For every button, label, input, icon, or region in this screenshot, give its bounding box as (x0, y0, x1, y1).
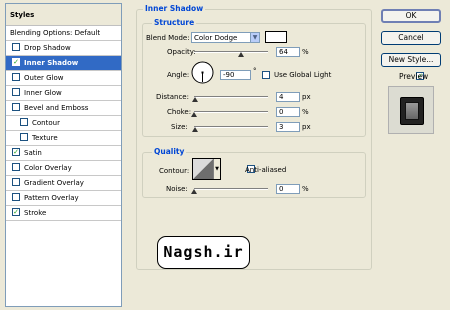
ok-button[interactable]: OK (381, 9, 441, 23)
angle-unit: ° (253, 67, 257, 75)
style-item[interactable]: Drop Shadow (6, 41, 121, 56)
opacity-label: Opacity: (167, 48, 196, 56)
style-item-checkbox[interactable] (12, 73, 20, 81)
blend-mode-select[interactable]: Color Dodge ▼ (191, 32, 260, 43)
angle-dial[interactable] (191, 61, 214, 84)
style-item-checkbox[interactable] (20, 118, 28, 126)
quality-title: Quality (152, 147, 187, 156)
style-item-label: Drop Shadow (24, 44, 71, 52)
angle-dial-icon (191, 61, 214, 84)
style-item-label: Contour (32, 119, 60, 127)
style-item-label: Pattern Overlay (24, 194, 79, 202)
style-item[interactable]: Pattern Overlay (6, 191, 121, 206)
size-slider-thumb[interactable] (192, 127, 199, 132)
distance-slider-track[interactable] (194, 96, 268, 98)
style-item[interactable]: ✓ Inner Shadow (6, 56, 121, 71)
distance-field[interactable]: 4 (276, 92, 300, 102)
style-item-label: Inner Glow (24, 89, 62, 97)
blend-color-swatch[interactable] (265, 31, 287, 43)
angle-label: Angle: (167, 71, 190, 79)
style-item-label: Blending Options: Default (10, 29, 101, 37)
style-item-label: Stroke (24, 209, 47, 217)
size-label: Size: (171, 123, 188, 131)
size-unit: px (302, 123, 311, 131)
style-item[interactable]: Texture (6, 131, 121, 146)
use-global-light-checkbox[interactable] (262, 71, 270, 79)
style-item-checkbox[interactable]: ✓ (12, 58, 20, 66)
distance-unit: px (302, 93, 311, 101)
style-item-checkbox[interactable] (12, 163, 20, 171)
blend-mode-label: Blend Mode: (146, 34, 190, 42)
opacity-slider-track[interactable] (194, 51, 268, 53)
style-item-label: Texture (32, 134, 58, 142)
preview-label: Preview (399, 72, 429, 81)
angle-field[interactable]: -90 (220, 70, 251, 80)
style-item-label: Inner Shadow (24, 59, 79, 67)
contour-preview-icon (193, 159, 213, 179)
inner-shadow-title: Inner Shadow (143, 4, 206, 13)
style-item[interactable]: Outer Glow (6, 71, 121, 86)
blend-mode-value: Color Dodge (194, 34, 238, 42)
opacity-field[interactable]: 64 (276, 47, 300, 57)
contour-picker[interactable]: ▼ (192, 158, 221, 180)
style-item-label: Satin (24, 149, 42, 157)
style-item-checkbox[interactable] (12, 103, 20, 111)
distance-slider-thumb[interactable] (192, 97, 199, 102)
new-style-button[interactable]: New Style... (381, 53, 441, 67)
opacity-unit: % (302, 48, 309, 56)
choke-label: Choke: (167, 108, 192, 116)
style-item-checkbox[interactable] (12, 88, 20, 96)
style-item-checkbox[interactable] (12, 178, 20, 186)
opacity-slider-thumb[interactable] (238, 52, 245, 57)
choke-unit: % (302, 108, 309, 116)
choke-field[interactable]: 0 (276, 107, 300, 117)
anti-aliased-label: Anti-aliased (245, 166, 287, 174)
styles-rows: Blending Options: Default Drop Shadow ✓ Inn… (6, 26, 121, 221)
styles-header: Styles (6, 4, 121, 26)
style-item-checkbox[interactable]: ✓ (12, 208, 20, 216)
choke-slider-track[interactable] (194, 111, 268, 113)
style-item[interactable]: ✓ Stroke (6, 206, 121, 221)
preview-swatch (400, 97, 424, 125)
style-item-label: Color Overlay (24, 164, 72, 172)
chevron-down-icon: ▼ (250, 33, 259, 42)
size-field[interactable]: 3 (276, 122, 300, 132)
noise-slider-thumb[interactable] (191, 189, 197, 194)
distance-label: Distance: (156, 93, 189, 101)
preview-thumbnail (388, 86, 434, 134)
style-item[interactable]: Color Overlay (6, 161, 121, 176)
style-item-label: Gradient Overlay (24, 179, 84, 187)
style-item-checkbox[interactable] (12, 193, 20, 201)
nagsh-watermark-logo: Nagsh.ir (157, 236, 250, 269)
nagsh-watermark-text: Nagsh.ir (163, 243, 244, 261)
style-item[interactable]: Gradient Overlay (6, 176, 121, 191)
cancel-button[interactable]: Cancel (381, 31, 441, 45)
style-item[interactable]: Bevel and Emboss (6, 101, 121, 116)
choke-slider-thumb[interactable] (191, 112, 197, 117)
style-item-checkbox[interactable] (20, 133, 28, 141)
style-item-label: Outer Glow (24, 74, 64, 82)
styles-list: Styles Blending Options: Default Drop Sha… (5, 3, 122, 307)
use-global-light-label: Use Global Light (274, 71, 332, 79)
contour-dropdown-arrow-icon: ▼ (213, 159, 220, 179)
noise-slider-track[interactable] (194, 188, 268, 190)
style-item[interactable]: Inner Glow (6, 86, 121, 101)
style-item-checkbox[interactable]: ✓ (12, 148, 20, 156)
style-item-checkbox[interactable] (12, 43, 20, 51)
style-item-label: Bevel and Emboss (24, 104, 89, 112)
style-item[interactable]: ✓ Satin (6, 146, 121, 161)
contour-label: Contour: (159, 167, 190, 175)
noise-unit: % (302, 185, 309, 193)
style-item[interactable]: Blending Options: Default (6, 26, 121, 41)
noise-field[interactable]: 0 (276, 184, 300, 194)
style-item[interactable]: Contour (6, 116, 121, 131)
structure-title: Structure (152, 18, 197, 27)
size-slider-track[interactable] (194, 126, 268, 128)
noise-label: Noise: (166, 185, 188, 193)
